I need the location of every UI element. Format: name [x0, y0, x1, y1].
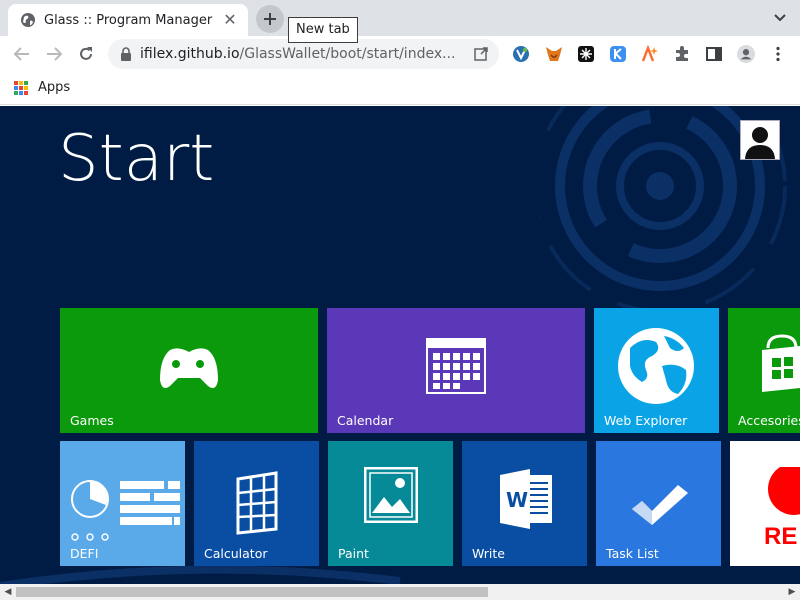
tab-title: Glass :: Program Manager [44, 12, 213, 28]
user-icon [745, 127, 775, 159]
tile-web-explorer[interactable]: Web Explorer [594, 308, 719, 433]
side-panel-icon[interactable] [705, 45, 723, 63]
apps-grid-icon [14, 80, 28, 95]
tab-search-chevron-icon[interactable] [772, 9, 788, 25]
bookmark-apps[interactable]: Apps [14, 80, 70, 95]
tile-label-games: Games [70, 413, 114, 428]
more-menu-icon[interactable] [769, 45, 787, 63]
url-host: ifilex.github.io [140, 46, 240, 62]
store-bag-icon [762, 334, 800, 392]
forward-arrow-icon [47, 47, 63, 61]
puzzle-extensions-icon[interactable] [673, 45, 691, 63]
tile-label-defi: DEFI [70, 546, 99, 561]
scrollbar-thumb[interactable] [16, 587, 488, 597]
picture-icon [364, 467, 418, 523]
url-path: /GlassWallet/boot/start/index... [239, 46, 456, 62]
tile-label-accessories: Accesories [738, 413, 800, 428]
tile-label-web-explorer: Web Explorer [604, 413, 688, 428]
url-text: ifilex.github.io/GlassWallet/boot/start/… [140, 46, 458, 62]
horizontal-scrollbar[interactable]: ◀ ▶ [0, 584, 800, 600]
page-title: Start [58, 122, 215, 196]
start-screen: Start Games Calendar Web Explorer Acceso… [0, 106, 800, 584]
tile-label-calendar: Calendar [337, 413, 394, 428]
tile-write[interactable]: W Write [462, 441, 587, 566]
tile-defi[interactable]: DEFI [60, 441, 185, 566]
tile-label-task-list: Task List [606, 546, 659, 561]
new-tab-tooltip: New tab [288, 17, 358, 43]
metamask-fox-icon[interactable] [545, 45, 563, 63]
plus-icon [264, 13, 276, 25]
close-tab-icon[interactable]: ✕ [222, 12, 238, 28]
record-icon [768, 467, 800, 515]
tab-strip: Glass :: Program Manager ✕ [0, 0, 800, 36]
browser-toolbar: ifilex.github.io/GlassWallet/boot/start/… [0, 36, 800, 72]
tile-calculator[interactable]: Calculator [194, 441, 319, 566]
share-icon[interactable] [473, 46, 489, 62]
tile-record[interactable]: RE [730, 441, 800, 566]
tile-label-record: RE [764, 523, 798, 550]
scroll-left-arrow-icon[interactable]: ◀ [3, 587, 13, 597]
reload-icon [80, 47, 92, 60]
reload-button[interactable] [74, 42, 98, 66]
svg-text:W: W [506, 488, 528, 512]
profile-icon[interactable] [737, 45, 755, 63]
browser-tab[interactable]: Glass :: Program Manager ✕ [8, 4, 248, 36]
address-bar[interactable]: ifilex.github.io/GlassWallet/boot/start/… [108, 39, 499, 69]
gamepad-icon [160, 348, 218, 388]
vivaldi-v-icon[interactable] [512, 45, 530, 63]
tile-label-write: Write [472, 546, 506, 561]
tile-accessories[interactable]: Accesories [728, 308, 800, 433]
calendar-icon [426, 338, 486, 394]
tile-task-list[interactable]: Task List [596, 441, 721, 566]
mask-network-icon[interactable] [577, 45, 595, 63]
forward-button[interactable] [42, 42, 66, 66]
dashboard-icon [71, 480, 180, 541]
word-icon: W [500, 469, 552, 529]
checkmark-icon [632, 485, 688, 525]
tile-games[interactable]: Games [60, 308, 318, 433]
tile-calendar[interactable]: Calendar [327, 308, 585, 433]
tile-label-calculator: Calculator [204, 546, 268, 561]
calculator-icon [236, 471, 278, 535]
back-arrow-icon [13, 47, 29, 61]
new-tab-button[interactable] [256, 5, 284, 33]
user-avatar[interactable] [740, 120, 780, 160]
keplr-k-icon[interactable] [609, 45, 627, 63]
tile-label-paint: Paint [338, 546, 369, 561]
apps-label: Apps [38, 80, 71, 95]
ai-spark-icon[interactable] [641, 45, 659, 63]
back-button[interactable] [10, 42, 34, 66]
scroll-right-arrow-icon[interactable]: ▶ [787, 587, 797, 597]
bookmarks-bar: Apps [0, 72, 800, 105]
globe-icon [20, 12, 36, 28]
tile-paint[interactable]: Paint [328, 441, 453, 566]
globe-icon [618, 328, 694, 404]
lock-icon [121, 47, 131, 61]
